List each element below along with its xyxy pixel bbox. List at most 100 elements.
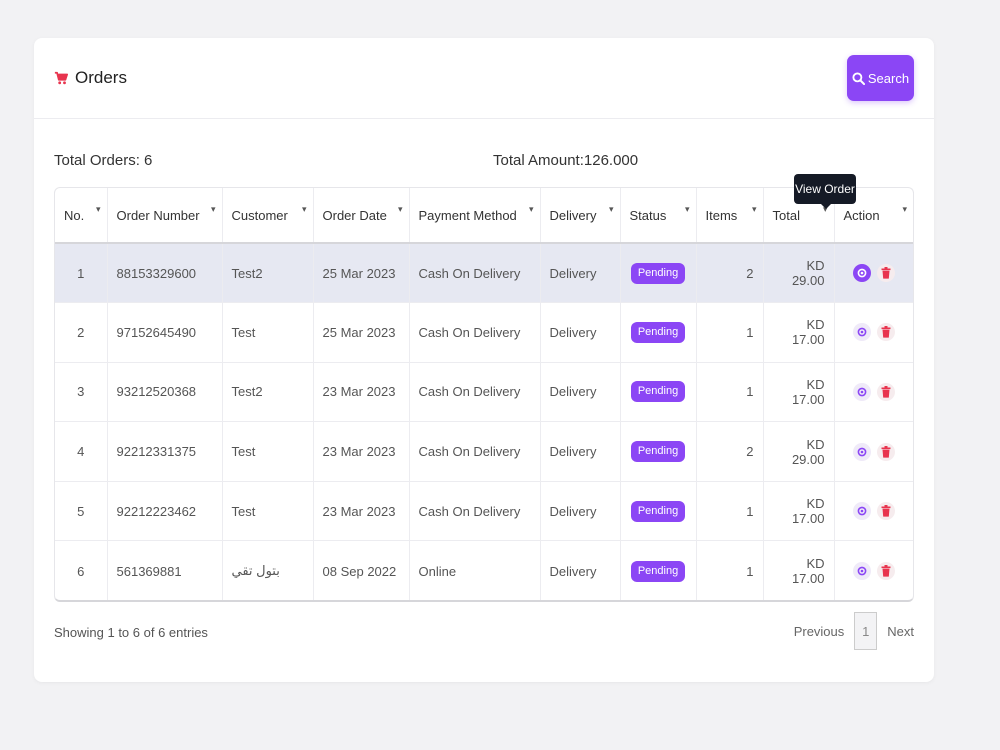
status-badge: Pending [630,560,686,582]
status-badge: Pending [630,500,686,522]
cell-customer: Test [222,421,314,482]
delete-order-button[interactable] [876,323,895,342]
cell-no: 1 [55,243,108,304]
delete-order-button[interactable] [876,502,895,521]
cart-icon [54,71,68,85]
sort-icon[interactable]: ▾ [211,205,216,214]
cell-order-number: 92212223462 [107,481,223,542]
cell-items: 2 [696,243,764,304]
row-actions [844,442,905,461]
cell-status: Pending [620,421,697,482]
sort-icon[interactable]: ▾ [902,205,907,214]
cell-items: 1 [696,540,764,600]
sort-icon[interactable]: ▾ [529,205,534,214]
cell-no: 4 [55,421,108,482]
cell-total: KD 29.00 [763,421,835,482]
cell-delivery: Delivery [540,481,621,542]
eye-icon [857,268,867,278]
row-actions [844,264,905,283]
status-badge: Pending [630,262,686,284]
cell-total: KD 17.00 [763,481,835,542]
cell-no: 2 [55,302,108,363]
cell-order-date: 23 Mar 2023 [313,362,410,423]
status-badge: Pending [630,321,686,343]
cell-payment-method: Cash On Delivery [409,243,541,304]
view-order-button[interactable] [852,264,871,283]
search-icon [852,71,865,85]
cell-delivery: Delivery [540,540,621,600]
search-button[interactable]: Search [847,55,914,101]
view-order-button[interactable] [852,382,871,401]
cell-payment-method: Online [409,540,541,600]
next-page-link[interactable]: Next [887,624,914,639]
eye-icon [857,506,867,516]
delete-order-button[interactable] [876,562,895,581]
row-actions [844,382,905,401]
cell-order-number: 561369881 [107,540,223,600]
cell-delivery: Delivery [540,302,621,363]
sort-icon[interactable]: ▾ [609,205,614,214]
orders-card: Orders Search Total Orders: 6 Total Amou… [34,38,934,682]
cell-actions [834,243,913,304]
cell-status: Pending [620,243,697,304]
pagination: Previous 1 Next [794,612,914,650]
view-order-button[interactable] [852,442,871,461]
cell-order-date: 08 Sep 2022 [313,540,410,600]
eye-icon [857,447,867,456]
trash-icon [881,565,891,577]
table-row: 4 92212331375 Test 23 Mar 2023 Cash On Deliv… [55,421,913,482]
trash-icon [881,267,891,279]
column-header[interactable]: Payment Method ▾ [409,188,541,244]
title-wrap: Orders [54,68,127,88]
cell-order-date: 23 Mar 2023 [313,481,410,542]
sort-icon[interactable]: ▾ [398,205,403,214]
table-row: 6 561369881 بتول تقي 08 Sep 2022 Online Deliv… [55,540,913,600]
row-actions [844,562,905,581]
cell-items: 1 [696,481,764,542]
cell-order-number: 88153329600 [107,243,223,304]
column-header[interactable]: No. ▾ [55,188,108,244]
delete-order-button[interactable] [876,442,895,461]
column-header[interactable]: Order Number ▾ [107,188,223,244]
table-row: 1 88153329600 Test2 25 Mar 2023 Cash On Deli… [55,243,913,304]
cell-order-number: 92212331375 [107,421,223,482]
sort-icon[interactable]: ▾ [685,205,690,214]
cell-status: Pending [620,362,697,423]
cell-items: 1 [696,362,764,423]
cell-total: KD 17.00 [763,362,835,423]
cell-status: Pending [620,481,697,542]
sort-icon[interactable]: ▾ [96,205,101,214]
cell-payment-method: Cash On Delivery [409,421,541,482]
cell-total: KD 29.00 [763,243,835,304]
orders-table-wrap: No. ▾ Order Number ▾ Customer ▾ Order Date ▾… [54,187,914,602]
view-order-button[interactable] [852,502,871,521]
row-actions [844,502,905,521]
view-order-button[interactable] [852,323,871,342]
cell-actions [834,481,913,542]
trash-icon [881,505,891,517]
previous-page-link[interactable]: Previous [794,624,845,639]
eye-icon [857,327,867,337]
cell-status: Pending [620,540,697,600]
total-orders: Total Orders: 6 [54,152,153,169]
status-badge: Pending [630,441,686,463]
delete-order-button[interactable] [876,382,895,401]
column-header[interactable]: Items ▾ [696,188,764,244]
column-header[interactable]: Status ▾ [620,188,697,244]
trash-icon [881,326,891,338]
view-order-button[interactable] [852,562,871,581]
delete-order-button[interactable] [876,264,895,283]
column-header[interactable]: Delivery ▾ [540,188,621,244]
column-header[interactable]: Order Date ▾ [313,188,410,244]
table-header-row: No. ▾ Order Number ▾ Customer ▾ Order Date ▾… [55,188,913,244]
sort-icon[interactable]: ▾ [302,205,307,214]
cell-actions [834,541,913,600]
page-1-button[interactable]: 1 [854,612,878,650]
orders-table: No. ▾ Order Number ▾ Customer ▾ Order Date ▾… [55,188,913,600]
cell-order-number: 93212520368 [107,362,223,423]
cell-no: 6 [55,540,108,600]
sort-icon[interactable]: ▾ [752,205,757,214]
cell-items: 1 [696,302,764,363]
cell-status: Pending [620,302,697,363]
column-header[interactable]: Customer ▾ [222,188,314,244]
